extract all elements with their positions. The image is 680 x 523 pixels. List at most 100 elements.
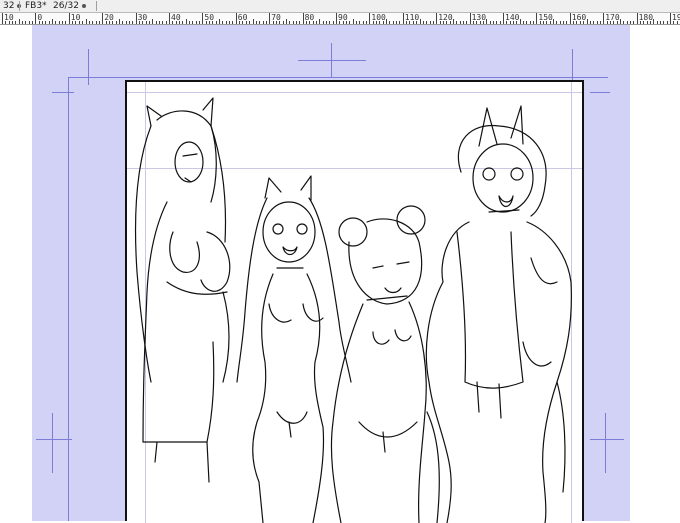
tab-separator [96, 1, 97, 11]
ruler-major-tick [503, 13, 504, 24]
ruler-minor-tick [179, 21, 181, 24]
lineart-illustration [134, 97, 572, 523]
tab-label: FB3* [25, 1, 47, 11]
ruler-minor-tick [72, 21, 74, 24]
manuscript-page[interactable] [125, 80, 584, 523]
ruler-major-tick [536, 13, 538, 24]
ruler-minor-tick [479, 21, 481, 24]
ruler-minor-tick [579, 21, 581, 24]
ruler-minor-tick [219, 19, 221, 24]
ruler-minor-tick [456, 21, 458, 24]
ruler-minor-tick [262, 21, 264, 24]
ruler-minor-tick [342, 21, 344, 24]
ruler-minor-tick [242, 21, 244, 24]
ruler-minor-tick [412, 21, 414, 24]
ruler-major-tick [636, 13, 638, 24]
ruler-minor-tick [279, 21, 281, 24]
ruler-minor-tick [419, 19, 421, 24]
ruler-minor-tick [148, 21, 150, 24]
ruler-minor-tick [82, 21, 84, 24]
ruler-minor-tick [259, 21, 261, 24]
ruler-minor-tick [165, 21, 167, 24]
ruler-minor-tick [593, 21, 595, 24]
ruler-major-tick [35, 13, 37, 24]
ruler-minor-tick [332, 21, 334, 24]
ruler-minor-tick [386, 19, 388, 24]
ruler-minor-tick [606, 21, 608, 24]
ruler-major-tick [102, 13, 104, 24]
tab-document-26-32[interactable]: 26/32 [50, 0, 89, 12]
ruler-minor-tick [476, 21, 478, 24]
ruler-minor-tick [285, 19, 287, 24]
ruler-minor-tick [58, 21, 60, 24]
ruler-minor-tick [389, 21, 391, 24]
ruler-minor-tick [589, 21, 591, 24]
ruler-minor-tick [249, 21, 251, 24]
ruler-minor-tick [406, 21, 408, 24]
ruler-minor-tick [396, 21, 398, 24]
modified-dot-icon [81, 3, 86, 8]
ruler-minor-tick [322, 21, 324, 24]
ruler-minor-tick [195, 21, 197, 24]
ruler-minor-tick [663, 21, 665, 24]
ruler-major-tick [68, 13, 70, 24]
ruler-minor-tick [432, 21, 434, 24]
ruler-minor-tick [309, 21, 311, 24]
ruler-minor-tick [666, 21, 668, 24]
ruler-minor-tick [673, 21, 675, 24]
ruler-minor-tick [553, 19, 555, 24]
tab-document-32[interactable]: 32 [0, 0, 24, 12]
ruler-minor-tick [118, 19, 120, 24]
ruler-minor-tick [526, 21, 528, 24]
ruler-minor-tick [392, 21, 394, 24]
ruler-minor-tick [192, 21, 194, 24]
tab-label: 32 [3, 1, 15, 11]
ruler-minor-tick [566, 21, 568, 24]
ruler-minor-tick [462, 21, 464, 24]
tab-document-fb3[interactable]: FB3* [22, 0, 50, 12]
registration-mark [298, 60, 366, 61]
ruler-minor-tick [409, 21, 411, 24]
ruler-minor-tick [172, 21, 174, 24]
ruler-minor-tick [55, 21, 57, 24]
ruler-minor-tick [523, 21, 525, 24]
ruler-minor-tick [88, 21, 90, 24]
ruler-minor-tick [152, 19, 154, 24]
ruler-minor-tick [315, 21, 317, 24]
ruler-minor-tick [122, 21, 124, 24]
ruler-minor-tick [596, 21, 598, 24]
ruler-minor-tick [359, 21, 361, 24]
ruler-minor-tick [382, 21, 384, 24]
horizontal-ruler[interactable]: 10 0 10 20 30 40 50 60 70 80 90 100 110 120 130 140 150 1… [0, 13, 680, 25]
ruler-minor-tick [75, 21, 77, 24]
ruler-minor-tick [429, 21, 431, 24]
ruler-minor-tick [142, 21, 144, 24]
ruler-minor-tick [379, 21, 381, 24]
ruler-minor-tick [416, 21, 418, 24]
canvas-workspace[interactable] [0, 25, 680, 523]
ruler-minor-tick [613, 21, 615, 24]
ruler-minor-tick [586, 19, 588, 24]
ruler-minor-tick [422, 21, 424, 24]
ruler-minor-tick [676, 21, 678, 24]
ruler-minor-tick [145, 21, 147, 24]
ruler-minor-tick [275, 21, 277, 24]
ruler-minor-tick [255, 21, 257, 24]
ruler-minor-tick [492, 21, 494, 24]
ruler-minor-tick [442, 21, 444, 24]
tab-separator [19, 1, 20, 11]
ruler-minor-tick [85, 19, 87, 24]
ruler-minor-tick [98, 21, 100, 24]
ruler-minor-tick [38, 21, 40, 24]
ruler-minor-tick [128, 21, 130, 24]
ruler-minor-tick [205, 21, 207, 24]
ruler-minor-tick [649, 21, 651, 24]
ruler-minor-tick [559, 21, 561, 24]
ruler-minor-tick [659, 21, 661, 24]
ruler-minor-tick [466, 21, 468, 24]
ruler-minor-tick [446, 21, 448, 24]
ruler-minor-tick [319, 19, 321, 24]
ruler-minor-tick [132, 21, 134, 24]
ruler-minor-tick [643, 21, 645, 24]
ruler-minor-tick [229, 21, 231, 24]
